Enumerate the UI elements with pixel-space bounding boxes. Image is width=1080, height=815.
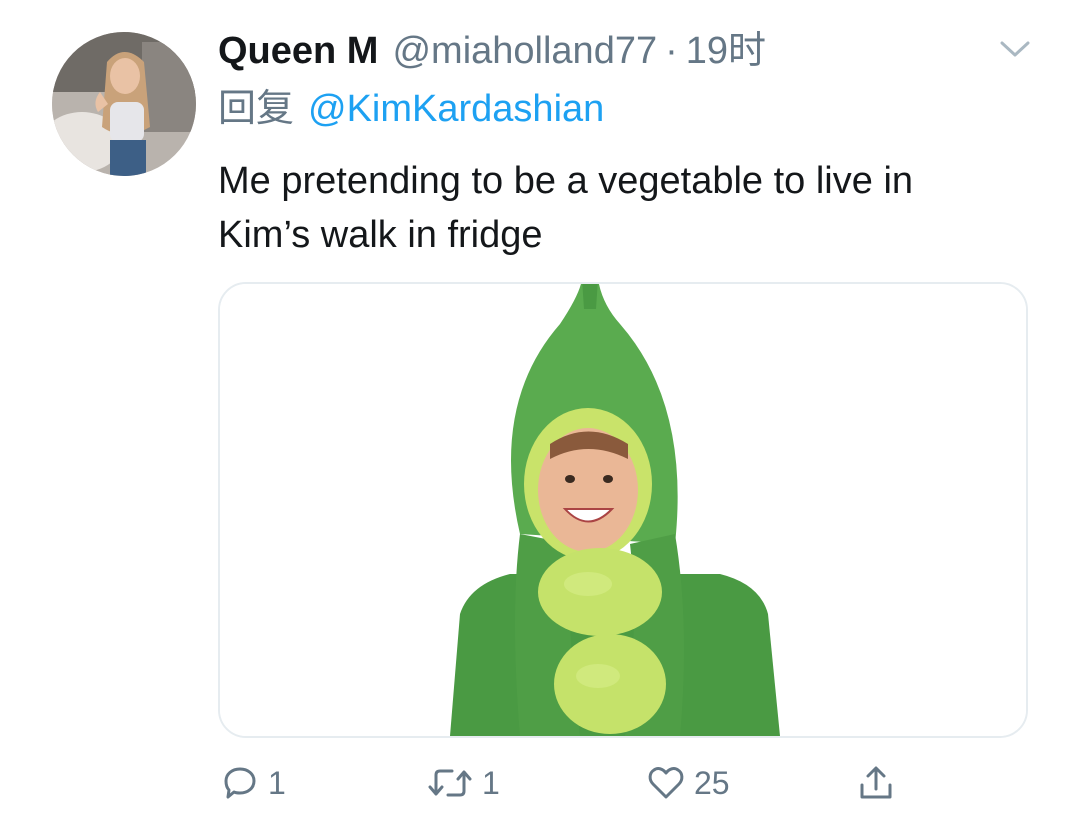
avatar[interactable]	[52, 32, 196, 176]
tweet-text: Me pretending to be a vegetable to live …	[218, 154, 1038, 262]
tweet-actions: 1 1 25	[218, 758, 938, 808]
like-button[interactable]: 25	[646, 758, 730, 808]
reply-context: 回复 @KimKardashian	[218, 84, 604, 134]
like-count: 25	[694, 764, 730, 801]
pea-pod-costume-photo	[220, 284, 1026, 736]
retweet-arrows-icon	[428, 769, 472, 797]
share-upload-icon	[860, 766, 892, 799]
reply-button[interactable]: 1	[220, 758, 286, 808]
tweet-media-image[interactable]	[218, 282, 1028, 738]
heart-icon	[648, 767, 684, 799]
timestamp[interactable]: 19时	[686, 26, 766, 76]
tweet-header: Queen M @miaholland77 · 19时	[218, 26, 1040, 76]
reply-mention-link[interactable]: @KimKardashian	[308, 88, 604, 130]
chevron-down-icon[interactable]	[998, 36, 1032, 62]
tweet-card[interactable]: Queen M @miaholland77 · 19时 回复 @KimKardas…	[0, 0, 1080, 815]
display-name[interactable]: Queen M	[218, 26, 378, 76]
reply-prefix: 回复	[218, 88, 295, 130]
reply-count: 1	[268, 764, 286, 801]
share-button[interactable]	[856, 758, 896, 808]
separator-dot: ·	[665, 30, 678, 72]
retweet-button[interactable]: 1	[426, 758, 500, 808]
tweet-text-line: Kim’s walk in fridge	[218, 214, 543, 256]
tweet-text-line: Me pretending to be a vegetable to live …	[218, 160, 914, 202]
retweet-count: 1	[482, 764, 500, 801]
user-handle[interactable]: @miaholland77	[392, 26, 657, 76]
comment-bubble-icon	[224, 767, 256, 799]
